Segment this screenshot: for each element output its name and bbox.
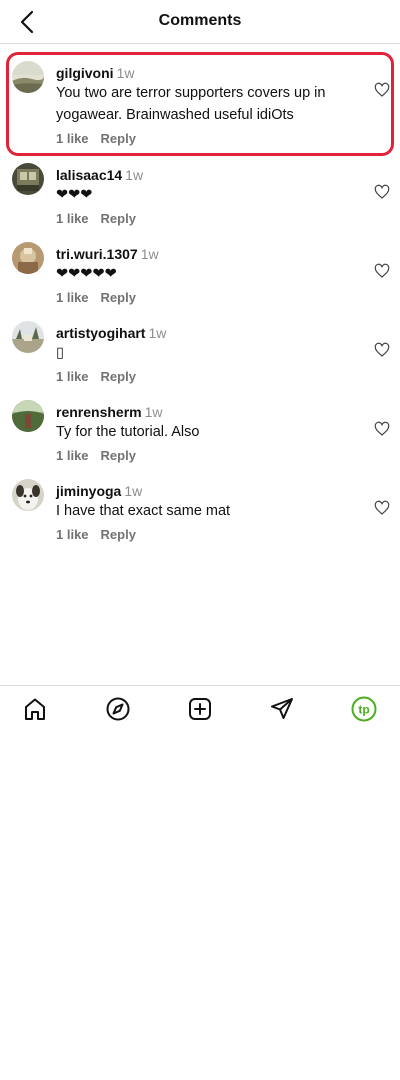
profile-avatar[interactable]: tp xyxy=(351,696,377,722)
heart-icon[interactable] xyxy=(374,421,390,437)
comment-item: lalisaac14 1w ❤❤❤ 1 like Reply xyxy=(0,154,400,233)
heart-icon[interactable] xyxy=(374,184,390,200)
comment-time: 1w xyxy=(148,325,167,341)
direct-icon[interactable] xyxy=(269,696,295,722)
comment-text: I have that exact same mat xyxy=(56,503,231,519)
reply-button[interactable]: Reply xyxy=(101,448,136,463)
comment-time: 1w xyxy=(140,246,159,262)
page-title: Comments xyxy=(158,12,242,29)
comment-item: artistyogihart 1w ▯ 1 like Reply xyxy=(0,312,400,391)
comment-item: gilgivoni 1w You two are terror supporter… xyxy=(0,44,400,156)
avatar[interactable] xyxy=(12,163,44,195)
comment-username[interactable]: artistyogihart xyxy=(56,325,145,341)
comment-list: gilgivoni 1w You two are terror supporter… xyxy=(0,44,400,549)
comment-username[interactable]: tri.wuri.1307 xyxy=(56,246,138,262)
like-count[interactable]: 1 like xyxy=(56,131,89,146)
heart-icon[interactable] xyxy=(374,342,390,358)
heart-icon[interactable] xyxy=(374,263,390,279)
home-icon[interactable] xyxy=(22,696,48,722)
like-count[interactable]: 1 like xyxy=(56,290,89,305)
comment-item: jiminyoga 1w I have that exact same mat 1… xyxy=(0,470,400,549)
reply-button[interactable]: Reply xyxy=(101,527,136,542)
comment-time: 1w xyxy=(124,483,143,499)
header: Comments xyxy=(0,0,400,44)
reply-button[interactable]: Reply xyxy=(101,290,136,305)
comment-time: 1w xyxy=(144,404,163,420)
comment-username[interactable]: jiminyoga xyxy=(56,483,121,499)
like-count[interactable]: 1 like xyxy=(56,211,89,226)
comment-time: 1w xyxy=(116,65,135,81)
comment-item: renrensherm 1w Ty for the tutorial. Also … xyxy=(0,391,400,470)
explore-icon[interactable] xyxy=(105,696,131,722)
comment-item: tri.wuri.1307 1w ❤❤❤❤❤ 1 like Reply xyxy=(0,233,400,312)
like-count[interactable]: 1 like xyxy=(56,448,89,463)
avatar[interactable] xyxy=(12,479,44,511)
comment-time: 1w xyxy=(125,167,144,183)
reply-button[interactable]: Reply xyxy=(101,211,136,226)
comment-text: Ty for the tutorial. Also xyxy=(56,424,200,440)
comment-username[interactable]: lalisaac14 xyxy=(56,167,122,183)
heart-icon[interactable] xyxy=(374,500,390,516)
reply-button[interactable]: Reply xyxy=(101,131,136,146)
avatar[interactable] xyxy=(12,61,44,93)
comment-text: ▯ xyxy=(56,345,64,361)
reply-button[interactable]: Reply xyxy=(101,369,136,384)
create-icon[interactable] xyxy=(187,696,213,722)
avatar[interactable] xyxy=(12,242,44,274)
profile-initials: tp xyxy=(358,703,369,717)
avatar[interactable] xyxy=(12,321,44,353)
heart-icon[interactable] xyxy=(374,82,390,98)
avatar[interactable] xyxy=(12,400,44,432)
comment-username[interactable]: gilgivoni xyxy=(56,65,114,81)
like-count[interactable]: 1 like xyxy=(56,369,89,384)
comment-text: ❤❤❤ xyxy=(56,187,93,203)
like-count[interactable]: 1 like xyxy=(56,527,89,542)
bottom-nav: tp xyxy=(0,685,400,731)
comment-username[interactable]: renrensherm xyxy=(56,404,142,420)
comment-text: ❤❤❤❤❤ xyxy=(56,266,117,282)
comment-text: You two are terror supporters covers up … xyxy=(56,85,326,123)
